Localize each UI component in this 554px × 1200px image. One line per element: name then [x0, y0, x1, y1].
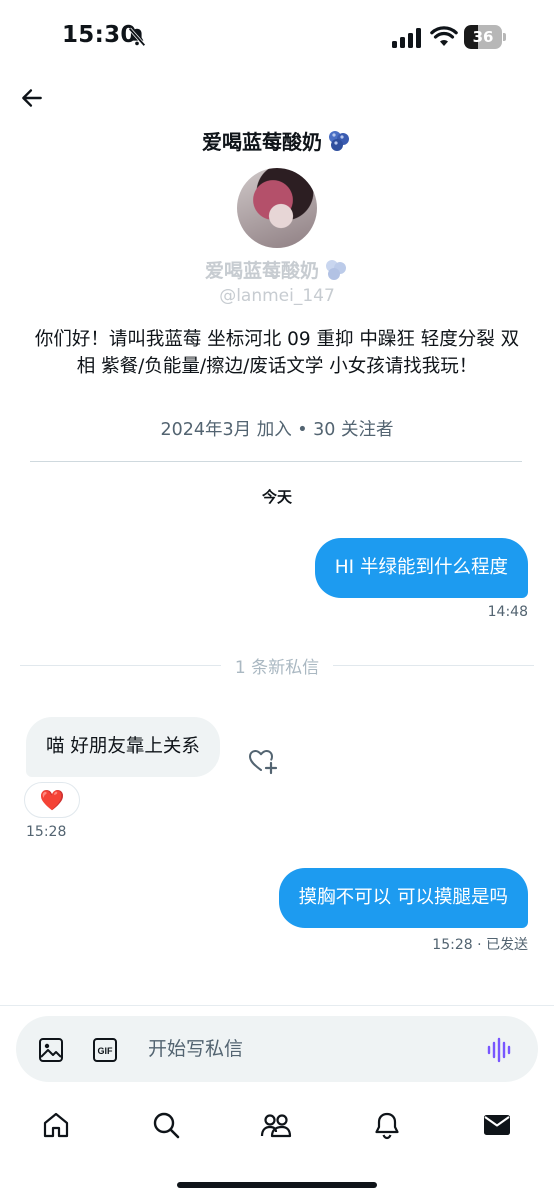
profile-meta: 2024年3月 加入 • 30 关注者: [160, 420, 394, 440]
image-icon[interactable]: [38, 1037, 64, 1063]
profile-name-text: 爱喝蓝莓酸奶: [204, 260, 319, 282]
search-icon: [153, 1112, 180, 1139]
new-messages-divider: 1 条新私信: [20, 652, 535, 678]
profile-name[interactable]: 爱喝蓝莓酸奶: [0, 256, 554, 283]
home-icon: [43, 1112, 69, 1138]
heart-reaction: ❤️: [39, 788, 65, 812]
message-timestamp: 15:28: [26, 824, 67, 840]
profile-handle[interactable]: @lanmei_147: [0, 286, 554, 306]
message-composer: GIF: [16, 1016, 538, 1082]
tab-communities[interactable]: [259, 1108, 293, 1142]
divider: [30, 461, 522, 462]
voice-wave-icon[interactable]: [486, 1036, 514, 1064]
divider: [0, 1005, 554, 1006]
message-timestamp: 14:48: [487, 604, 528, 620]
gif-icon[interactable]: GIF: [92, 1037, 118, 1063]
message-bubble-incoming[interactable]: 喵 好朋友靠上关系: [26, 717, 220, 777]
tab-search[interactable]: [149, 1108, 183, 1142]
add-reaction-icon[interactable]: [248, 748, 278, 776]
back-button[interactable]: [18, 84, 46, 112]
conversation-title[interactable]: 爱喝蓝莓酸奶: [0, 126, 554, 155]
message-input[interactable]: [148, 1030, 448, 1068]
avatar[interactable]: [237, 168, 317, 248]
battery-indicator: 36: [464, 25, 506, 49]
message-text: HI 半绿能到什么程度: [334, 557, 508, 578]
notifications-icon: [375, 1112, 399, 1140]
profile-bio: 你们好！请叫我蓝莓 坐标河北 09 重抑 中躁狂 轻度分裂 双相 紫餐/负能量/…: [34, 329, 520, 377]
message-text: 喵 好朋友靠上关系: [46, 736, 200, 757]
date-label: 今天: [261, 488, 292, 506]
tab-notifications[interactable]: [370, 1108, 404, 1142]
conversation-title-text: 爱喝蓝莓酸奶: [202, 130, 322, 154]
tab-home[interactable]: [39, 1108, 73, 1142]
message-timestamp: 15:28 · 已发送: [432, 937, 528, 953]
tab-messages[interactable]: [480, 1108, 514, 1142]
svg-text:GIF: GIF: [98, 1046, 114, 1056]
new-messages-label: 1 条新私信: [234, 657, 320, 678]
battery-level-text: 36: [472, 28, 494, 46]
wifi-icon: [430, 26, 458, 46]
message-text: 摸胸不可以 可以摸腿是吗: [298, 887, 508, 908]
bell-off-icon: [128, 27, 146, 47]
message-bubble-outgoing[interactable]: 摸胸不可以 可以摸腿是吗: [278, 868, 528, 928]
blueberry-icon: [329, 130, 349, 151]
status-bar: 15:30 36: [0, 0, 554, 76]
reaction-badge[interactable]: ❤️: [24, 782, 80, 818]
signal-icon: [392, 28, 421, 48]
home-indicator: [177, 1182, 377, 1188]
messages-icon: [484, 1115, 510, 1135]
communities-icon: [260, 1114, 292, 1138]
arrow-left-icon: [22, 89, 42, 107]
message-bubble-outgoing[interactable]: HI 半绿能到什么程度: [314, 538, 528, 598]
blueberry-icon: [326, 259, 346, 280]
